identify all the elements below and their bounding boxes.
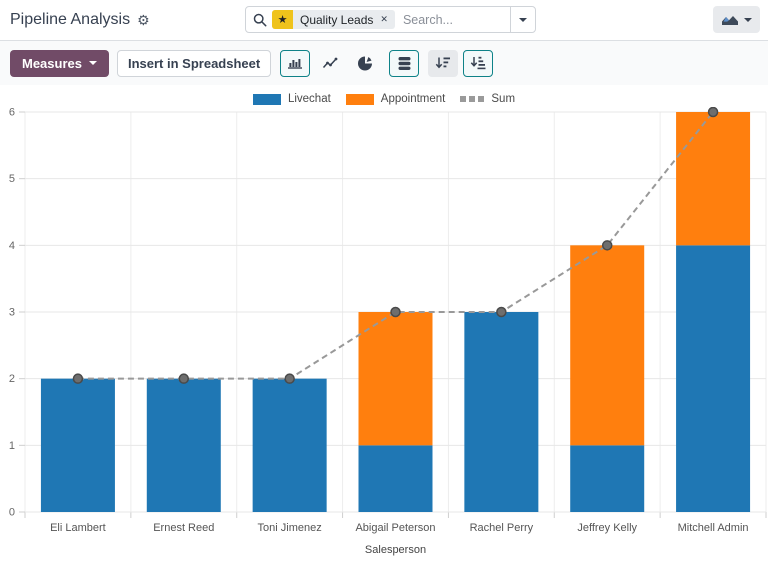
sort-ascending-button[interactable] (463, 50, 493, 77)
x-tick-label: Ernest Reed (153, 522, 214, 534)
area-chart-icon (721, 13, 739, 26)
legend-item-sum[interactable]: Sum (460, 93, 515, 105)
bar-appointment-6[interactable] (570, 245, 644, 445)
search-input[interactable] (395, 7, 510, 32)
sum-point-4 (391, 308, 400, 317)
chevron-down-icon (744, 18, 752, 22)
sum-point-5 (497, 308, 506, 317)
search-bar[interactable]: ★ Quality Leads ✕ (245, 6, 536, 33)
measures-button[interactable]: Measures (10, 50, 109, 77)
stacked-group (389, 50, 419, 77)
legend-item-livechat[interactable]: Livechat (253, 93, 331, 105)
y-tick-label: 4 (9, 240, 15, 252)
legend-swatch (253, 94, 281, 105)
star-icon: ★ (272, 10, 293, 29)
legend-label: Livechat (288, 93, 331, 105)
gear-icon[interactable]: ⚙ (137, 13, 150, 27)
legend-item-appointment[interactable]: Appointment (346, 93, 446, 105)
legend-label: Sum (491, 93, 515, 105)
legend-label: Appointment (381, 93, 446, 105)
sort-descending-button[interactable] (428, 50, 458, 77)
insert-in-spreadsheet-button[interactable]: Insert in Spreadsheet (117, 50, 271, 77)
y-tick-label: 2 (9, 373, 15, 385)
x-tick-label: Jeffrey Kelly (577, 522, 637, 534)
bar-livechat-5[interactable] (464, 312, 538, 512)
line-chart-icon (322, 57, 338, 70)
stacked-button[interactable] (389, 50, 419, 77)
control-panel: Measures Insert in Spreadsheet (0, 40, 768, 85)
pie-chart-button[interactable] (350, 50, 380, 77)
pipeline-chart: 0 1 2 3 4 5 6 Eli Lambert Ernest Reed Toni Jimene… (0, 107, 768, 564)
chevron-down-icon (89, 61, 97, 65)
sum-point-3 (285, 374, 294, 383)
measures-label: Measures (22, 56, 82, 71)
legend-swatch (346, 94, 374, 105)
chart-area: Livechat Appointment Sum 0 1 2 3 4 5 6 Eli Lamber… (0, 85, 768, 564)
x-tick-label: Eli Lambert (50, 522, 106, 534)
pie-chart-icon (358, 56, 373, 71)
bar-chart-button[interactable] (280, 50, 310, 77)
view-switcher-button[interactable] (713, 6, 760, 33)
top-bar: Pipeline Analysis ⚙ ★ Quality Leads ✕ (0, 0, 768, 40)
bar-chart-icon (287, 56, 303, 70)
x-tick-label: Rachel Perry (470, 522, 534, 534)
sort-descending-icon (435, 56, 451, 70)
insert-label: Insert in Spreadsheet (128, 56, 260, 71)
search-icon (253, 13, 267, 27)
bar-livechat-3[interactable] (253, 379, 327, 512)
bar-livechat-1[interactable] (41, 379, 115, 512)
facet-label: Quality Leads (293, 13, 379, 27)
bar-livechat-2[interactable] (147, 379, 221, 512)
legend-swatch (460, 96, 484, 102)
sum-point-6 (603, 241, 612, 250)
bar-livechat-7[interactable] (676, 245, 750, 512)
bar-livechat-6[interactable] (570, 445, 644, 512)
sum-point-1 (73, 374, 82, 383)
y-tick-label: 0 (9, 507, 15, 519)
sort-group (428, 50, 493, 77)
search-facet[interactable]: ★ Quality Leads ✕ (272, 10, 395, 29)
sum-point-2 (179, 374, 188, 383)
breadcrumb: Pipeline Analysis ⚙ (10, 11, 150, 29)
bar-appointment-4[interactable] (359, 312, 433, 445)
bar-livechat-4[interactable] (359, 445, 433, 512)
sum-point-7 (709, 108, 718, 117)
line-chart-button[interactable] (315, 50, 345, 77)
chevron-down-icon (519, 18, 527, 22)
x-tick-label: Toni Jimenez (258, 522, 322, 534)
x-tick-label: Mitchell Admin (678, 522, 749, 534)
x-axis-title: Salesperson (365, 544, 426, 556)
x-tick-label: Abigail Peterson (355, 522, 435, 534)
y-tick-label: 5 (9, 173, 15, 185)
y-tick-label: 3 (9, 307, 15, 319)
sort-ascending-icon (470, 56, 486, 70)
search-dropdown-toggle[interactable] (510, 7, 535, 32)
facet-remove-icon[interactable]: ✕ (379, 10, 395, 29)
chart-legend: Livechat Appointment Sum (0, 91, 768, 107)
page-title: Pipeline Analysis (10, 11, 130, 29)
stacked-icon (397, 56, 412, 71)
bar-appointment-7[interactable] (676, 112, 750, 245)
chart-type-group (280, 50, 380, 77)
y-tick-label: 1 (9, 440, 15, 452)
y-tick-label: 6 (9, 107, 15, 119)
